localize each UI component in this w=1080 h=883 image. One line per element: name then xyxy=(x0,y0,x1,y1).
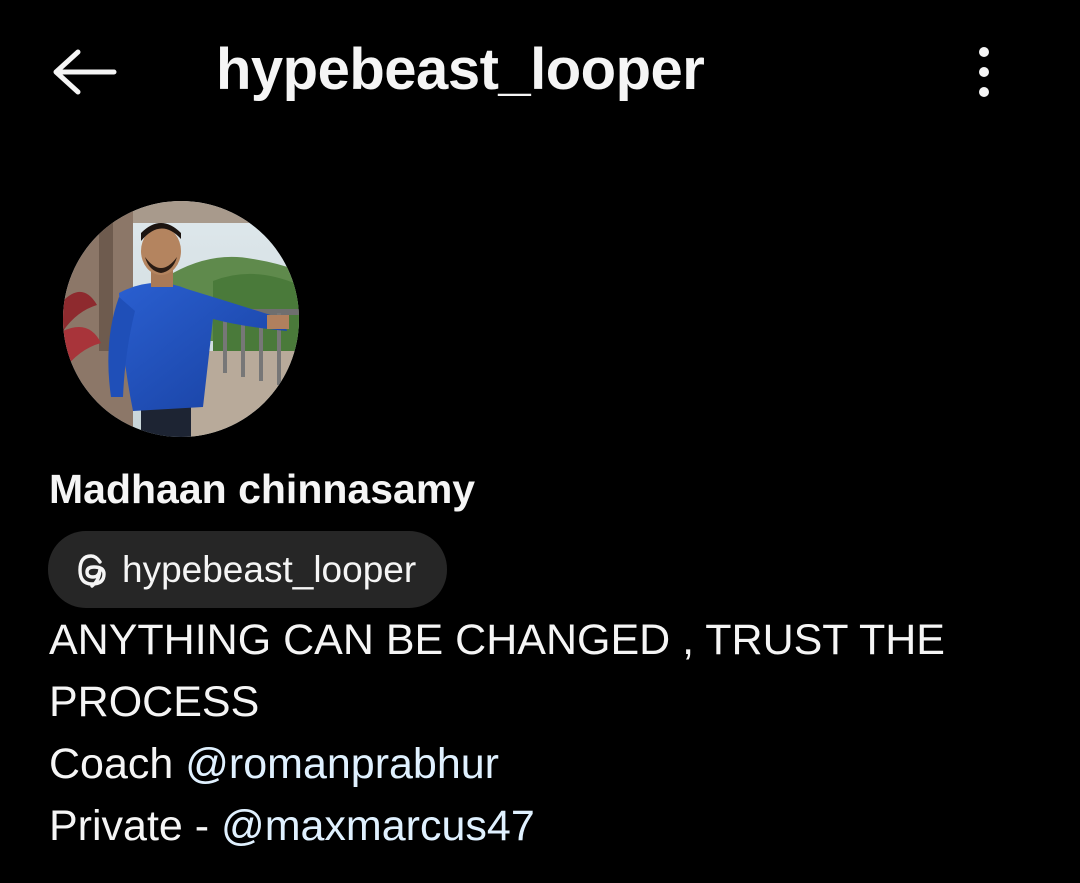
avatar[interactable] xyxy=(63,201,299,437)
top-bar: hypebeast_looper xyxy=(0,0,1080,140)
back-button[interactable] xyxy=(40,36,126,108)
profile-photo xyxy=(63,201,299,437)
bio: ANYTHING CAN BE CHANGED , TRUST THE PROC… xyxy=(49,609,1049,857)
threads-badge[interactable]: hypebeast_looper xyxy=(48,531,448,608)
bio-line: ANYTHING CAN BE CHANGED , TRUST THE xyxy=(49,616,945,664)
display-name: Madhaan chinnasamy xyxy=(49,466,476,512)
more-vertical-icon xyxy=(979,47,989,97)
arrow-left-icon xyxy=(53,49,117,95)
bio-coach-label: Coach xyxy=(49,740,186,788)
threads-icon xyxy=(78,553,106,588)
bio-line: PROCESS xyxy=(49,678,260,726)
mention-link[interactable]: @romanprabhur xyxy=(185,740,499,788)
bio-coach-line: Coach @romanprabhur xyxy=(49,733,1049,795)
more-options-button[interactable] xyxy=(960,36,1008,108)
bio-private-line: Private - @maxmarcus47 xyxy=(49,795,1049,857)
bio-private-label: Private - xyxy=(49,802,222,850)
page-title: hypebeast_looper xyxy=(216,37,705,102)
mention-link[interactable]: @maxmarcus47 xyxy=(221,802,535,850)
threads-handle: hypebeast_looper xyxy=(122,548,417,590)
